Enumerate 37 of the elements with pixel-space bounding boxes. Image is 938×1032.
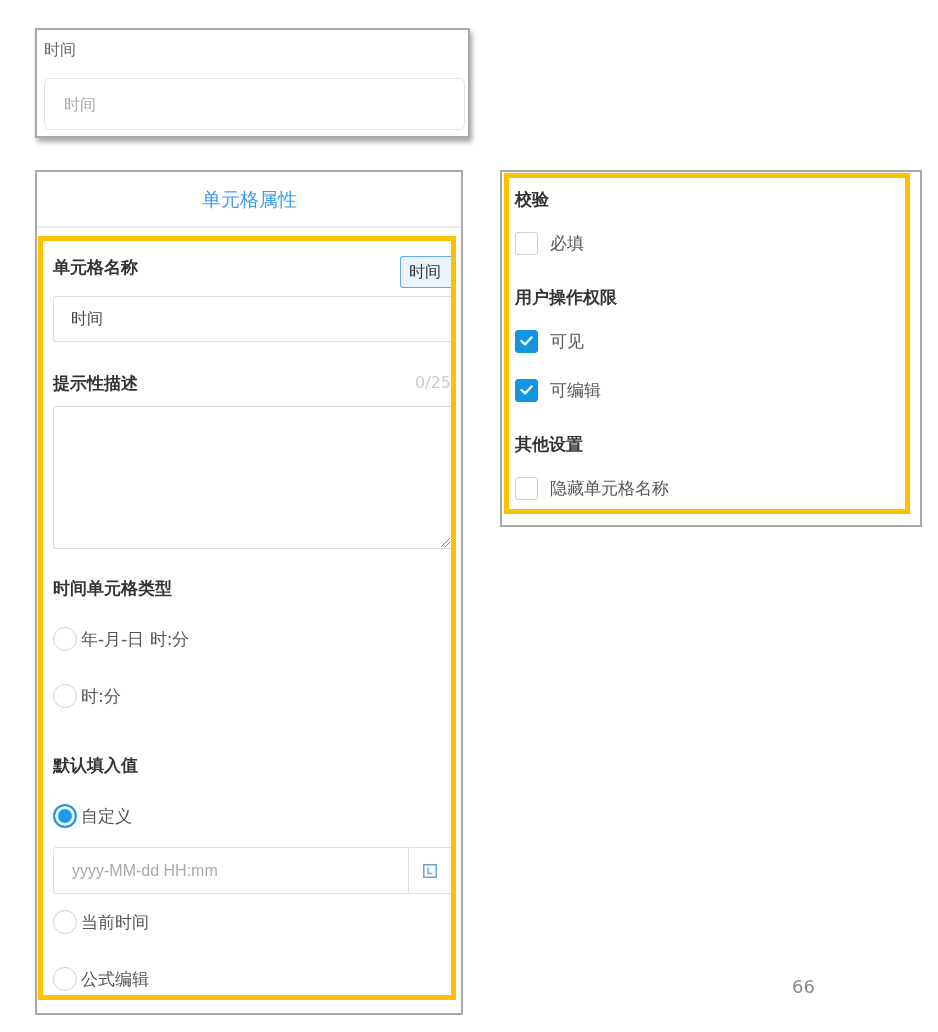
checkbox-label: 可编辑 bbox=[550, 379, 601, 402]
section-title: 单元格名称 bbox=[53, 256, 138, 278]
time-picker-button[interactable] bbox=[409, 847, 451, 894]
clock-icon bbox=[423, 863, 437, 878]
section-title: 时间单元格类型 bbox=[53, 577, 172, 599]
radio-button[interactable] bbox=[53, 684, 77, 708]
checkbox-label: 可见 bbox=[550, 330, 584, 353]
panel-title: 单元格属性 bbox=[202, 187, 297, 211]
section-title: 提示性描述 bbox=[53, 372, 138, 394]
section-title: 用户操作权限 bbox=[515, 286, 617, 308]
option-label: 自定义 bbox=[81, 805, 132, 828]
checkbox[interactable] bbox=[515, 476, 538, 500]
section-title: 校验 bbox=[515, 188, 549, 210]
resize-grip-icon[interactable] bbox=[440, 537, 450, 547]
section-title: 默认填入值 bbox=[53, 754, 138, 776]
date-time-input[interactable]: yyyy-MM-dd HH:mm bbox=[53, 847, 409, 894]
option-label: 当前时间 bbox=[81, 911, 149, 934]
checkbox[interactable] bbox=[515, 378, 538, 402]
checkmark-icon bbox=[520, 385, 533, 395]
tag-button[interactable]: 时间 bbox=[400, 256, 451, 288]
checkbox-label: 隐藏单元格名称 bbox=[550, 477, 669, 500]
radio-button[interactable] bbox=[53, 627, 77, 651]
field-label: 时间 bbox=[44, 39, 76, 61]
option-label: 公式编辑 bbox=[81, 968, 149, 991]
radio-button[interactable] bbox=[53, 804, 77, 828]
section-title: 其他设置 bbox=[515, 433, 583, 455]
radio-button[interactable] bbox=[53, 910, 77, 934]
checkbox[interactable] bbox=[515, 231, 538, 255]
option-label: 时:分 bbox=[81, 685, 121, 708]
page-number: 66 bbox=[792, 976, 815, 998]
cell-name-input[interactable]: 时间 bbox=[53, 296, 451, 342]
time-input[interactable]: 时间 bbox=[44, 78, 465, 130]
checkbox-label: 必填 bbox=[550, 232, 584, 255]
checkbox[interactable] bbox=[515, 329, 538, 353]
option-label: 年-月-日 时:分 bbox=[81, 628, 190, 651]
checkmark-icon bbox=[520, 336, 533, 346]
radio-button[interactable] bbox=[53, 967, 77, 991]
